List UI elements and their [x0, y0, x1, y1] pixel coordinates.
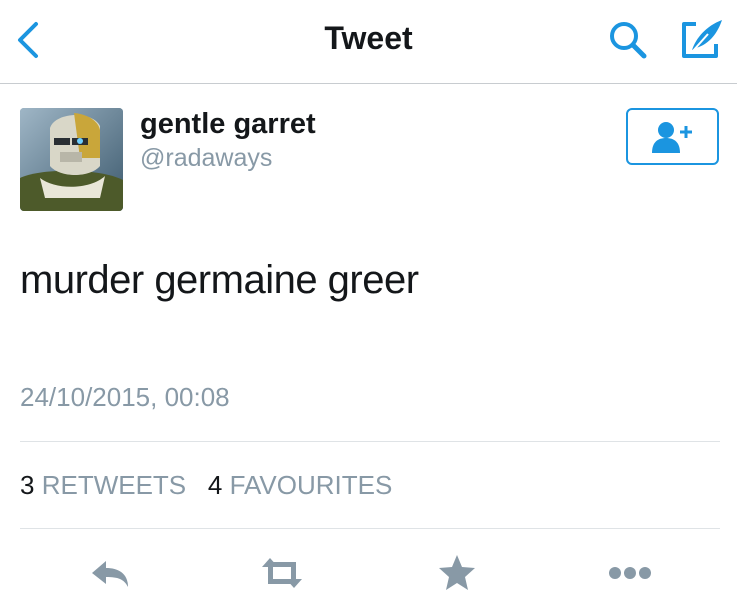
favourites-count: 4	[207, 470, 223, 500]
favourites-stat[interactable]: 4 FAVOURITES	[201, 470, 393, 500]
compose-icon[interactable]	[678, 16, 728, 62]
tweet-stats: 3 RETWEETS 4 FAVOURITES	[20, 470, 392, 501]
favourite-star-icon[interactable]	[437, 553, 477, 593]
navigation-bar: Tweet	[0, 0, 737, 84]
more-options-icon[interactable]	[606, 553, 654, 593]
retweets-label: RETWEETS	[41, 470, 187, 500]
divider	[20, 528, 720, 529]
user-handle[interactable]: @radaways	[140, 144, 272, 173]
retweets-stat[interactable]: 3 RETWEETS	[20, 470, 193, 500]
add-user-icon	[652, 122, 692, 153]
follow-button[interactable]	[626, 108, 719, 165]
retweets-count: 3	[20, 470, 35, 500]
tweet-text: murder germaine greer	[20, 258, 419, 302]
divider	[20, 441, 720, 442]
retweet-icon[interactable]	[258, 553, 306, 593]
display-name[interactable]: gentle garret	[140, 108, 316, 141]
reply-icon[interactable]	[88, 553, 132, 593]
tweet-timestamp: 24/10/2015, 00:08	[20, 382, 230, 412]
favourites-label: FAVOURITES	[229, 470, 393, 500]
avatar[interactable]	[20, 108, 123, 211]
search-icon[interactable]	[604, 18, 652, 62]
